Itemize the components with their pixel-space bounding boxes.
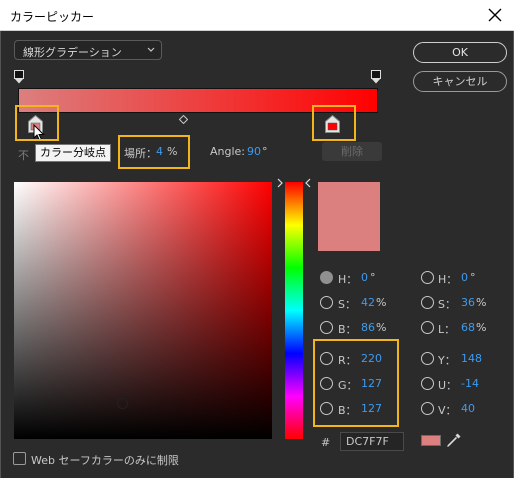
close-icon[interactable]: [484, 4, 506, 26]
field-value[interactable]: 127: [361, 402, 382, 415]
angle-label: Angle:: [210, 145, 246, 158]
midpoint-diamond-icon[interactable]: [179, 115, 188, 124]
field-value[interactable]: 68: [461, 321, 475, 334]
title-bar: カラーピッカー: [0, 0, 514, 31]
radio-h-right[interactable]: [421, 271, 434, 284]
radio-b-left[interactable]: [320, 321, 333, 334]
field-value[interactable]: 40: [461, 402, 475, 415]
hue-slider-right-arrow-icon[interactable]: [304, 178, 312, 188]
radio-s-left[interactable]: [320, 296, 333, 309]
color-stop-tooltip: カラー分岐点: [35, 144, 111, 162]
field-unit: %: [376, 296, 387, 309]
location-value[interactable]: 4: [156, 145, 163, 158]
color-field-cursor[interactable]: [117, 398, 128, 409]
cancel-button[interactable]: キャンセル: [413, 71, 507, 92]
chevron-down-icon: [147, 47, 155, 52]
hex-hash-label: #: [321, 436, 331, 449]
location-label: 場所：: [124, 147, 157, 160]
field-unit: °: [470, 271, 476, 284]
radio-y[interactable]: [421, 352, 434, 365]
radio-s-right[interactable]: [421, 296, 434, 309]
opacity-stop-end[interactable]: [371, 70, 381, 84]
field-unit: %: [476, 321, 487, 334]
radio-b-rgb[interactable]: [320, 402, 333, 415]
radio-v[interactable]: [421, 402, 434, 415]
field-label: S：: [338, 298, 356, 311]
saturation-brightness-field[interactable]: [14, 182, 272, 439]
field-label: Y：: [438, 354, 456, 367]
angle-value[interactable]: 90: [247, 145, 261, 158]
field-value[interactable]: -14: [461, 377, 479, 390]
field-unit: °: [370, 271, 376, 284]
location-unit: %: [167, 145, 178, 158]
field-label: V：: [438, 404, 457, 417]
field-label: L：: [438, 323, 456, 336]
hue-slider-left-arrow-icon[interactable]: [276, 178, 284, 188]
window-title: カラーピッカー: [10, 10, 95, 24]
radio-u[interactable]: [421, 377, 434, 390]
field-value[interactable]: 148: [461, 352, 482, 365]
radio-g[interactable]: [320, 377, 333, 390]
gradient-type-value: 線形グラデーション: [23, 46, 122, 59]
highlight-box-start-stop: [15, 105, 59, 141]
field-unit: %: [376, 321, 387, 334]
field-label: S：: [438, 298, 456, 311]
delete-stop-button[interactable]: 削除: [322, 142, 382, 161]
ok-button[interactable]: OK: [413, 42, 507, 63]
current-color-preview: [318, 182, 380, 251]
field-value[interactable]: 86: [361, 321, 375, 334]
field-value[interactable]: 0: [461, 271, 468, 284]
field-label: U：: [438, 379, 458, 392]
angle-unit: °: [262, 145, 268, 158]
radio-r[interactable]: [320, 352, 333, 365]
field-label: H：: [438, 273, 458, 286]
field-label: H：: [338, 273, 358, 286]
field-label: R：: [338, 354, 357, 367]
radio-l[interactable]: [421, 321, 434, 334]
field-label: G：: [338, 379, 358, 392]
web-safe-label: Web セーフカラーのみに制限: [31, 454, 179, 467]
field-label: B：: [338, 404, 357, 417]
obscured-label: 不: [18, 149, 29, 162]
field-value[interactable]: 42: [361, 296, 375, 309]
color-swatch: [421, 435, 441, 446]
highlight-box-end-stop: [312, 105, 356, 141]
field-value[interactable]: 0: [361, 271, 368, 284]
hue-slider[interactable]: [285, 182, 303, 439]
field-value[interactable]: 127: [361, 377, 382, 390]
field-value[interactable]: 220: [361, 352, 382, 365]
radio-h-left[interactable]: [320, 271, 333, 284]
field-unit: %: [476, 296, 487, 309]
gradient-type-select[interactable]: 線形グラデーション: [14, 40, 162, 60]
field-label: B：: [338, 323, 357, 336]
hex-input[interactable]: DC7F7F: [340, 432, 404, 451]
web-safe-checkbox[interactable]: [13, 452, 26, 465]
field-value[interactable]: 36: [461, 296, 475, 309]
opacity-stop-start[interactable]: [14, 70, 24, 84]
eyedropper-icon[interactable]: [445, 431, 463, 449]
